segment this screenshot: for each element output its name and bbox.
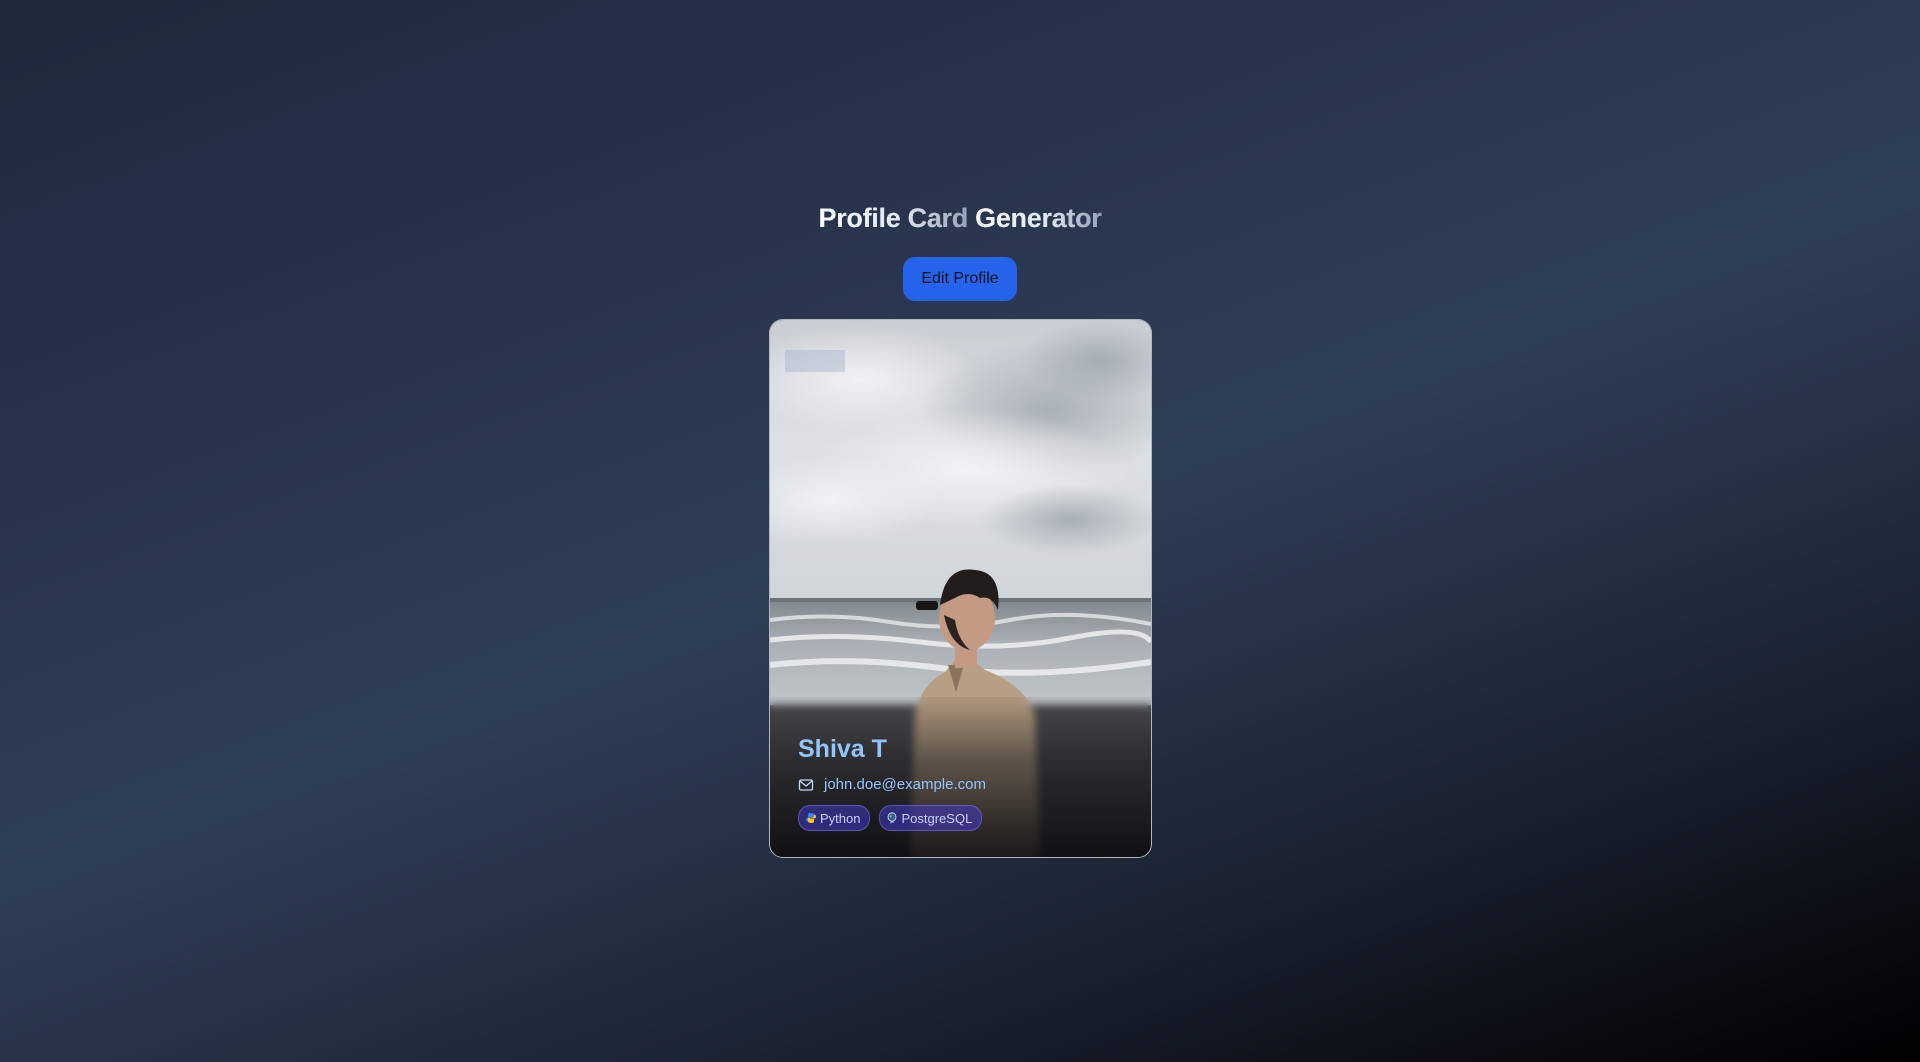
- skill-label: Python: [820, 810, 861, 826]
- edit-profile-button[interactable]: Edit Profile: [903, 257, 1017, 301]
- profile-card: Shiva T john.doe@example.com Python Post…: [769, 319, 1152, 858]
- page: Profile Card Generator Edit Profile Shiv…: [0, 0, 1920, 1062]
- profile-name: Shiva T: [798, 735, 887, 763]
- skill-tags: Python PostgreSQL: [798, 805, 1131, 831]
- python-icon: [805, 812, 817, 824]
- email-row: john.doe@example.com: [798, 776, 1131, 793]
- title-part-2: Generator: [975, 203, 1102, 233]
- page-title: Profile Card Generator: [0, 203, 1920, 234]
- profile-email[interactable]: john.doe@example.com: [824, 776, 986, 793]
- skill-label: PostgreSQL: [901, 810, 973, 826]
- mail-icon: [798, 777, 814, 793]
- title-part-1: Profile Card: [818, 203, 969, 233]
- postgresql-icon: [886, 812, 898, 824]
- profile-info: Shiva T john.doe@example.com Python Post…: [798, 735, 1131, 831]
- skill-tag-postgresql: PostgreSQL: [879, 805, 983, 831]
- skill-tag-python: Python: [798, 805, 871, 831]
